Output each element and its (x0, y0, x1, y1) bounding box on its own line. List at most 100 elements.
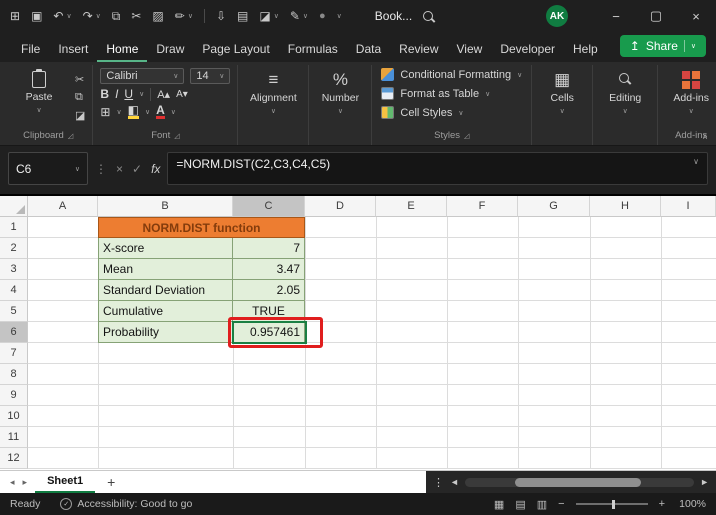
menu-tab-formulas[interactable]: Formulas (279, 36, 347, 62)
cell-c3-value[interactable]: 3.47 (233, 259, 305, 280)
maximize-button[interactable]: ▢ (636, 0, 676, 32)
paste-dropdown-icon[interactable]: ∨ (36, 106, 41, 114)
new-sheet-button[interactable]: + (107, 474, 115, 490)
row-header-11[interactable]: 11 (0, 427, 28, 448)
sheet-options-icon[interactable]: ⋮ (433, 476, 444, 489)
quick-access-dropdown-icon[interactable]: ∨ (337, 12, 342, 20)
copy-icon[interactable]: ⧉ (112, 9, 121, 24)
draw-icon[interactable]: ✏ (175, 9, 185, 23)
share-button[interactable]: ↥ Share ∨ (620, 35, 706, 57)
menu-tab-developer[interactable]: Developer (491, 36, 564, 62)
cell-b4-label[interactable]: Standard Deviation (98, 280, 233, 301)
row-header-8[interactable]: 8 (0, 364, 28, 385)
clipboard-dialog-launcher-icon[interactable]: ◿ (68, 132, 73, 140)
menu-tab-page-layout[interactable]: Page Layout (193, 36, 278, 62)
row-header-3[interactable]: 3 (0, 259, 28, 280)
redo-icon[interactable]: ↷ (83, 9, 93, 23)
row-header-10[interactable]: 10 (0, 406, 28, 427)
ink-icon[interactable]: ◪ (259, 9, 270, 23)
collapse-ribbon-icon[interactable]: ∧ (702, 132, 708, 141)
paste-button[interactable]: Paste ∨ (11, 69, 67, 122)
cell-b1-table-title[interactable]: NORM.DIST function (98, 217, 305, 238)
prev-sheet-icon[interactable]: ◂ (10, 477, 15, 488)
cell-b5-label[interactable]: Cumulative (98, 301, 233, 322)
pen-dropdown-icon[interactable]: ∨ (303, 12, 308, 20)
undo-dropdown-icon[interactable]: ∨ (66, 12, 71, 20)
enter-formula-button[interactable]: ✓ (132, 162, 142, 176)
cell-b2-label[interactable]: X-score (98, 238, 233, 259)
excel-app-icon[interactable]: ⊞ (10, 9, 20, 23)
row-header-6[interactable]: 6 (0, 322, 28, 343)
minimize-button[interactable]: − (596, 0, 636, 32)
editing-button[interactable]: Editing ∨ (600, 65, 650, 115)
increase-font-size-button[interactable]: A▴ (157, 88, 170, 101)
row-header-1[interactable]: 1 (0, 217, 28, 238)
column-header-d[interactable]: D (305, 196, 376, 217)
select-all-corner[interactable] (0, 196, 28, 217)
underline-dropdown-icon[interactable]: ∨ (139, 90, 144, 98)
conditional-formatting-button[interactable]: Conditional Formatting ∨ (379, 65, 524, 84)
column-header-g[interactable]: G (518, 196, 590, 217)
addins-button[interactable]: Add-ins ∨ (665, 65, 716, 115)
column-header-i[interactable]: I (661, 196, 716, 217)
font-size-select[interactable]: 14 ∨ (190, 68, 230, 84)
fill-color-icon[interactable]: ◧ (128, 104, 139, 119)
font-color-dropdown-icon[interactable]: ∨ (171, 108, 176, 116)
menu-tab-home[interactable]: Home (97, 36, 147, 62)
cell-c5-value[interactable]: TRUE (233, 301, 305, 322)
undo-icon[interactable]: ↶ (53, 9, 63, 23)
next-sheet-icon[interactable]: ▸ (23, 477, 28, 488)
cut-icon[interactable]: ✂ (131, 9, 141, 23)
row-header-4[interactable]: 4 (0, 280, 28, 301)
number-button[interactable]: % Number ∨ (316, 65, 364, 115)
sheet-tab-sheet1[interactable]: Sheet1 (35, 471, 95, 493)
format-painter-icon[interactable]: ◪ (75, 109, 85, 122)
name-box-dropdown-icon[interactable]: ∨ (75, 165, 80, 173)
row-header-9[interactable]: 9 (0, 385, 28, 406)
italic-button[interactable]: I (115, 87, 118, 101)
cell-c6-value-selected[interactable]: 0.957461 (233, 322, 305, 343)
menu-tab-insert[interactable]: Insert (49, 36, 97, 62)
column-header-c[interactable]: C (233, 196, 305, 217)
status-mode[interactable]: Ready (10, 498, 40, 510)
row-header-12[interactable]: 12 (0, 448, 28, 469)
menu-tab-view[interactable]: View (448, 36, 492, 62)
picture-icon[interactable]: ▨ (152, 9, 163, 23)
borders-dropdown-icon[interactable]: ∨ (116, 108, 121, 116)
menu-tab-review[interactable]: Review (390, 36, 447, 62)
column-header-a[interactable]: A (28, 196, 98, 217)
ribbon-cut-icon[interactable]: ✂ (75, 73, 85, 86)
formula-bar-expand-icon[interactable]: ∨ (693, 157, 699, 166)
document-title[interactable]: Book... (375, 9, 412, 23)
normal-view-icon[interactable]: ▦ (494, 498, 504, 511)
scroll-right-icon[interactable]: ► (700, 477, 709, 487)
user-avatar[interactable]: AK (546, 5, 568, 27)
pen-icon[interactable]: ✎ (290, 9, 300, 23)
close-button[interactable]: × (676, 0, 716, 32)
cells-button[interactable]: ▦ Cells ∨ (539, 65, 585, 115)
zoom-slider-thumb[interactable] (612, 500, 615, 509)
cell-c2-value[interactable]: 7 (233, 238, 305, 259)
decrease-font-size-button[interactable]: A▾ (176, 89, 188, 100)
page-layout-view-icon[interactable]: ▤ (515, 498, 525, 511)
zoom-in-icon[interactable]: + (659, 498, 665, 510)
horizontal-scrollbar[interactable] (465, 478, 694, 487)
bold-button[interactable]: B (100, 87, 109, 101)
row-header-7[interactable]: 7 (0, 343, 28, 364)
scroll-left-icon[interactable]: ◄ (450, 477, 459, 487)
column-header-e[interactable]: E (376, 196, 447, 217)
styles-dialog-launcher-icon[interactable]: ◿ (464, 132, 469, 140)
name-box[interactable]: C6 ∨ (8, 152, 88, 185)
share-dropdown-icon[interactable]: ∨ (691, 42, 696, 50)
zoom-percentage[interactable]: 100% (676, 498, 706, 510)
row-header-5[interactable]: 5 (0, 301, 28, 322)
font-name-select[interactable]: Calibri ∨ (100, 68, 184, 84)
horizontal-scrollbar-thumb[interactable] (515, 478, 641, 487)
table-icon[interactable]: ▤ (237, 9, 248, 23)
insert-function-button[interactable]: fx (151, 162, 160, 176)
accessibility-status[interactable]: ✓ Accessibility: Good to go (60, 498, 192, 510)
font-dialog-launcher-icon[interactable]: ◿ (174, 132, 179, 140)
fill-color-dropdown-icon[interactable]: ∨ (145, 108, 150, 116)
page-break-view-icon[interactable]: ▥ (537, 498, 547, 511)
menu-tab-help[interactable]: Help (564, 36, 607, 62)
